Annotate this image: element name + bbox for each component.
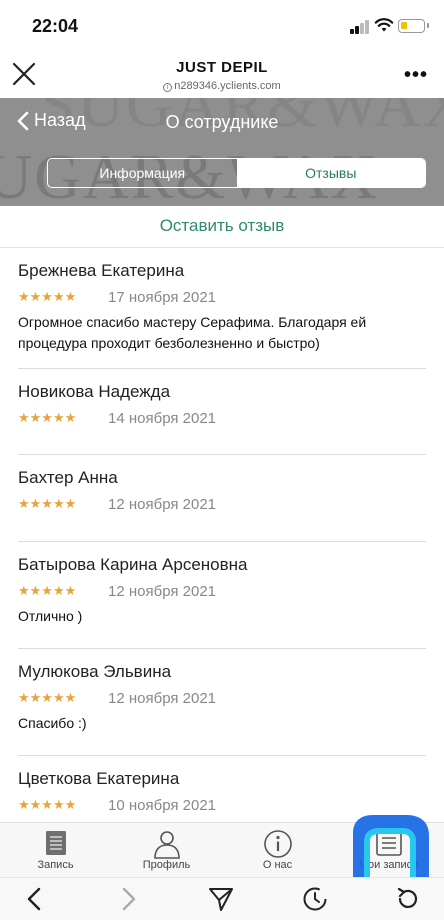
star-rating: ★★★★★ bbox=[18, 410, 77, 425]
browser-title: JUST DEPIL bbox=[176, 59, 268, 76]
reviewer-name: Бахтер Анна bbox=[18, 468, 118, 487]
review-item: Бахтер Анна ★★★★★ 12 ноября 2021 bbox=[0, 455, 444, 541]
star-rating: ★★★★★ bbox=[18, 583, 77, 598]
tab-about[interactable]: О нас bbox=[222, 823, 333, 877]
review-item: Батырова Карина Арсеновна ★★★★★ 12 ноябр… bbox=[0, 542, 444, 648]
signal-icon bbox=[350, 20, 372, 34]
review-date: 12 ноября 2021 bbox=[108, 689, 217, 707]
star-rating: ★★★★★ bbox=[18, 496, 77, 511]
reviewer-name: Мулюкова Эльвина bbox=[18, 662, 172, 681]
review-text: Огромное спасибо мастеру Серафима. Благо… bbox=[18, 314, 367, 351]
tab-profile[interactable]: Профиль bbox=[111, 823, 222, 877]
leave-review-button[interactable]: Оставить отзыв bbox=[0, 206, 444, 248]
star-rating: ★★★★★ bbox=[18, 289, 77, 304]
tab-label: Запись bbox=[37, 859, 74, 871]
review-list[interactable]: Брежнева Екатерина ★★★★★ 17 ноября 2021 … bbox=[0, 248, 444, 822]
reviewer-name: Батырова Карина Арсеновна bbox=[18, 555, 248, 574]
review-text: Отлично ) bbox=[18, 608, 83, 624]
tab-label: О нас bbox=[262, 859, 293, 871]
reviewer-name: Брежнева Екатерина bbox=[18, 261, 185, 280]
more-menu-icon[interactable]: ••• bbox=[404, 64, 428, 87]
tab-information[interactable]: Информация bbox=[48, 159, 237, 187]
hero-banner: SUGAR&WAX UGAR&WAX Назад О сотруднике Ин… bbox=[0, 98, 444, 206]
info-icon bbox=[263, 830, 292, 858]
segmented-control: Информация Отзывы bbox=[47, 158, 426, 188]
battery-icon bbox=[398, 19, 425, 33]
status-bar: 22:04 bbox=[0, 0, 444, 52]
review-text: Спасибо :) bbox=[18, 715, 87, 731]
status-time: 22:04 bbox=[32, 16, 79, 36]
review-item: Новикова Надежда ★★★★★ 14 ноября 2021 bbox=[0, 369, 444, 454]
review-item: Мулюкова Эльвина ★★★★★ 12 ноября 2021 Сп… bbox=[0, 649, 444, 755]
star-rating: ★★★★★ bbox=[18, 797, 77, 812]
url-text: n289346.yclients.com bbox=[174, 80, 281, 92]
star-rating: ★★★★★ bbox=[18, 690, 77, 705]
info-small-icon: i bbox=[163, 83, 173, 92]
reload-icon[interactable] bbox=[395, 886, 421, 912]
review-date: 17 ноября 2021 bbox=[108, 288, 217, 306]
browser-navigation-bar bbox=[0, 877, 444, 920]
history-timer-icon[interactable] bbox=[302, 886, 328, 912]
reviewer-name: Новикова Надежда bbox=[18, 382, 171, 401]
tab-label: Профиль bbox=[142, 859, 191, 871]
review-date: 14 ноября 2021 bbox=[108, 409, 217, 427]
share-send-icon[interactable] bbox=[208, 886, 234, 912]
page-title: О сотруднике bbox=[165, 112, 279, 132]
reviewer-name: Цветкова Екатерина bbox=[18, 769, 180, 788]
forward-arrow-icon[interactable] bbox=[115, 886, 141, 912]
document-icon bbox=[45, 831, 66, 855]
wifi-icon bbox=[374, 18, 394, 32]
tab-booking[interactable]: Запись bbox=[0, 823, 111, 877]
tab-reviews[interactable]: Отзывы bbox=[236, 159, 425, 187]
review-date: 12 ноября 2021 bbox=[108, 495, 217, 513]
review-date: 10 ноября 2021 bbox=[108, 796, 217, 814]
browser-url: i n289346.yclients.com bbox=[0, 80, 444, 92]
review-date: 12 ноября 2021 bbox=[108, 582, 217, 600]
browser-header: JUST DEPIL i n289346.yclients.com ••• bbox=[0, 52, 444, 98]
review-item: Брежнева Екатерина ★★★★★ 17 ноября 2021 … bbox=[0, 248, 444, 368]
back-arrow-icon[interactable] bbox=[22, 886, 48, 912]
person-icon bbox=[153, 831, 180, 859]
